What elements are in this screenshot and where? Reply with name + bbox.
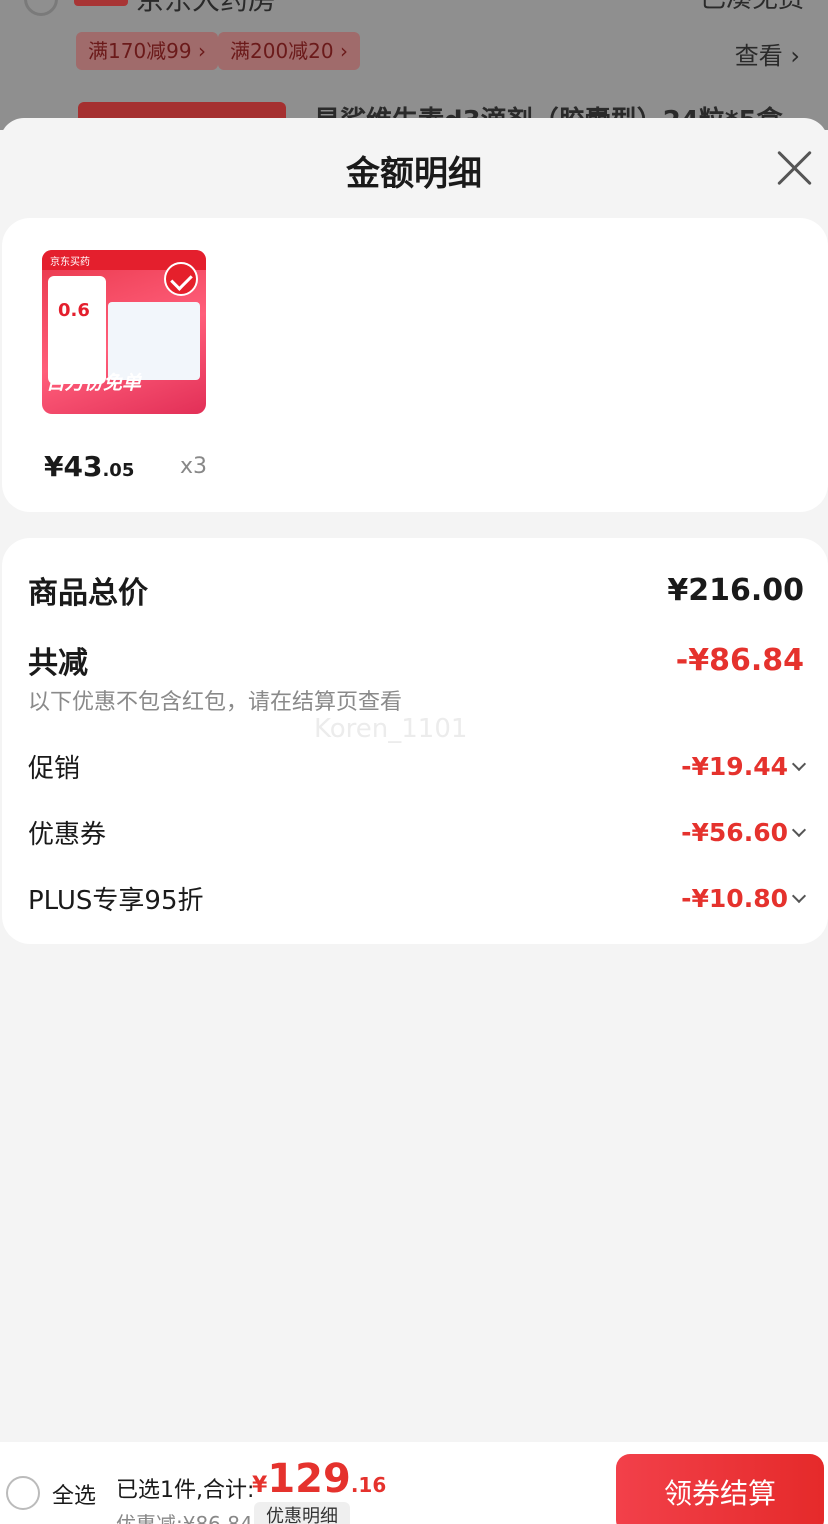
- item-price-dec: .05: [102, 460, 135, 481]
- coupon-value-wrap: -¥56.60: [681, 818, 807, 847]
- reduce-row: 共减 -¥86.84: [28, 638, 804, 682]
- total-row: 商品总价 ¥216.00: [28, 568, 804, 612]
- select-all-label[interactable]: 全选: [52, 1478, 96, 1510]
- total-price-dec: .16: [350, 1473, 387, 1497]
- thumb-slogan: 百万份免单: [46, 372, 142, 394]
- checkout-button[interactable]: 领券结算: [616, 1454, 824, 1524]
- checkout-bar: 全选 已选1件,合计: ¥129.16 优惠减:¥86.84 优惠明细 领券结算: [0, 1442, 828, 1524]
- selection-summary: 已选1件,合计:: [116, 1478, 255, 1503]
- total-label: 商品总价: [28, 576, 148, 611]
- select-all-radio[interactable]: [6, 1476, 40, 1510]
- promo-value-wrap: -¥19.44: [681, 752, 807, 781]
- plus-value-wrap: -¥10.80: [681, 884, 807, 913]
- item-quantity: x3: [180, 454, 208, 479]
- promo-value: -¥19.44: [681, 752, 788, 781]
- watermark: Koren_1101: [314, 714, 468, 744]
- items-card: 京东买药 0.6 百万份免单 ¥43.05 x3: [2, 218, 828, 512]
- discount-note: 以下优惠不包含红包，请在结算页查看: [28, 690, 403, 715]
- plus-discount-row[interactable]: PLUS专享95折 -¥10.80: [28, 880, 807, 917]
- total-price-int: 129: [267, 1456, 351, 1502]
- sheet-title: 金额明细: [346, 154, 482, 194]
- background-cart: 京东大药房 已凑免费 满170减99 › 满200减20 › 查看 › 星鲨维生…: [0, 0, 828, 130]
- view-link: 查看 ›: [734, 42, 800, 70]
- store-name: 京东大药房: [136, 0, 276, 18]
- reduce-label: 共减: [28, 646, 88, 681]
- chevron-down-icon[interactable]: [791, 756, 807, 771]
- promo-chip: 满200减20 ›: [218, 32, 360, 70]
- amount-detail-sheet: 金额明细 京东买药 0.6 百万份免单 ¥43.05 x3 商品总价 ¥216.…: [0, 118, 828, 1524]
- chevron-down-icon[interactable]: [791, 822, 807, 837]
- close-icon[interactable]: [774, 148, 814, 188]
- coupon-value: -¥56.60: [681, 818, 788, 847]
- promo-label: 促销: [28, 754, 81, 784]
- thumb-brand: 京东买药: [50, 257, 90, 268]
- total-currency: ¥: [252, 1473, 268, 1498]
- discount-detail-button[interactable]: 优惠明细: [254, 1502, 350, 1524]
- total-price: ¥129.16: [252, 1456, 386, 1502]
- store-right-text: 已凑免费: [700, 0, 804, 15]
- item-price-int: ¥43: [44, 450, 103, 483]
- coupon-label: 优惠券: [28, 820, 107, 850]
- plus-label: PLUS专享95折: [28, 886, 204, 916]
- discount-summary: 优惠减:¥86.84: [116, 1512, 253, 1524]
- product-thumbnail[interactable]: 京东买药 0.6 百万份免单: [42, 250, 206, 414]
- total-value: ¥216.00: [667, 572, 804, 608]
- chevron-down-icon[interactable]: [791, 888, 807, 903]
- check-icon: [164, 262, 198, 296]
- plus-value: -¥10.80: [681, 884, 788, 913]
- store-tag: [74, 0, 128, 6]
- coupon-row[interactable]: 优惠券 -¥56.60: [28, 814, 807, 851]
- promo-chip: 满170减99 ›: [76, 32, 218, 70]
- item-price: ¥43.05: [44, 450, 134, 483]
- promo-row[interactable]: 促销 -¥19.44: [28, 748, 807, 785]
- reduce-value: -¥86.84: [675, 642, 804, 678]
- store-select-radio: [24, 0, 58, 16]
- price-detail-card: 商品总价 ¥216.00 共减 -¥86.84 以下优惠不包含红包，请在结算页查…: [2, 538, 828, 944]
- thumb-price: 0.6: [58, 300, 90, 321]
